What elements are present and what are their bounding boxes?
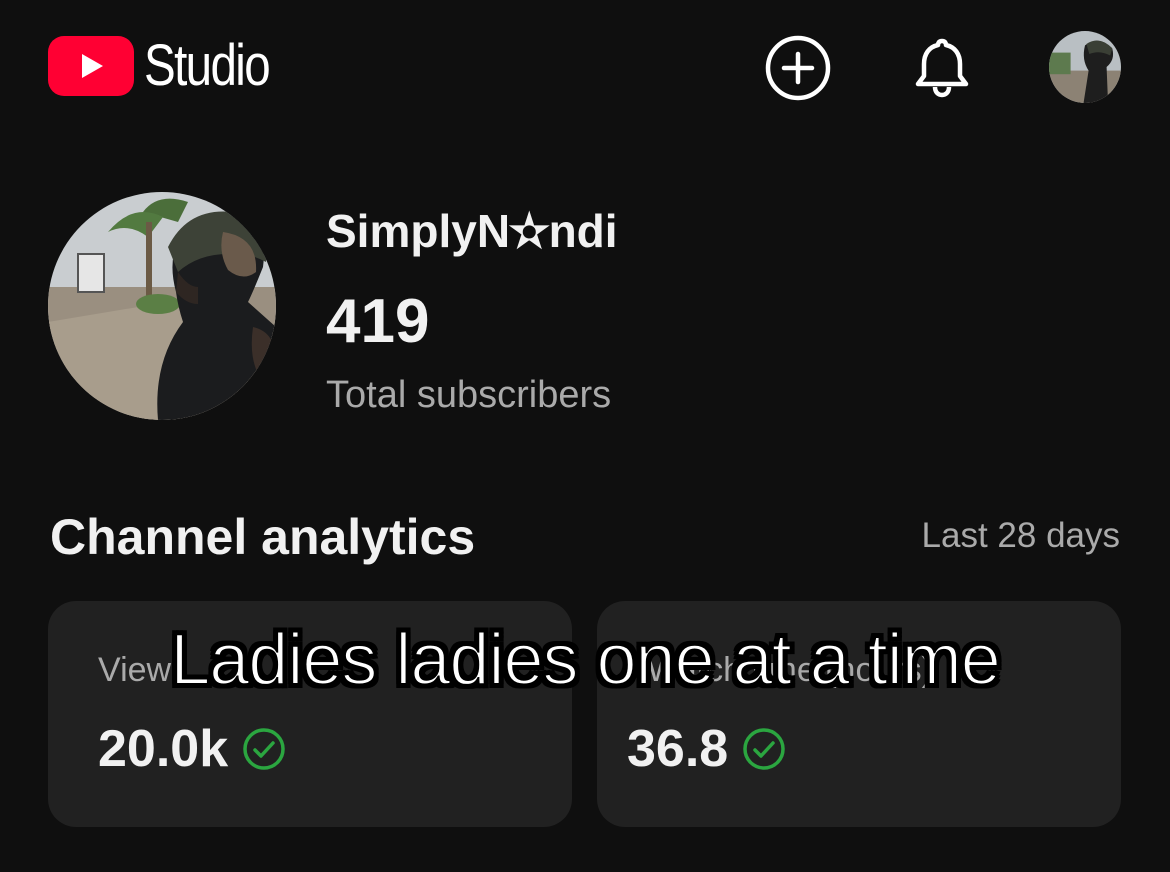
check-circle-icon <box>243 728 285 770</box>
analytics-period[interactable]: Last 28 days <box>922 516 1120 556</box>
studio-dashboard: Studio SimplyN✫ndi 419 Total subscribers… <box>0 0 1170 872</box>
channel-avatar[interactable] <box>48 192 276 420</box>
create-button[interactable] <box>764 34 832 102</box>
create-plus-icon <box>765 35 831 101</box>
views-value-row: 20.0k <box>98 719 286 779</box>
youtube-studio-logo[interactable]: Studio <box>48 36 296 96</box>
notifications-button[interactable] <box>908 34 976 102</box>
check-circle-icon <box>743 728 785 770</box>
channel-name: SimplyN✫ndi <box>326 205 618 257</box>
watch-time-value: 36.8 <box>627 720 729 778</box>
views-value: 20.0k <box>98 720 229 778</box>
subscriber-count: 419 <box>326 287 430 356</box>
bell-icon <box>915 38 969 98</box>
app-name: Studio <box>144 33 271 98</box>
analytics-title: Channel analytics <box>50 509 476 565</box>
video-caption-overlay: Ladies ladies one at a time <box>169 619 1002 701</box>
account-avatar[interactable] <box>1049 31 1121 103</box>
youtube-play-icon <box>48 36 134 96</box>
subscriber-label: Total subscribers <box>326 374 612 416</box>
watch-time-value-row: 36.8 <box>627 719 786 779</box>
